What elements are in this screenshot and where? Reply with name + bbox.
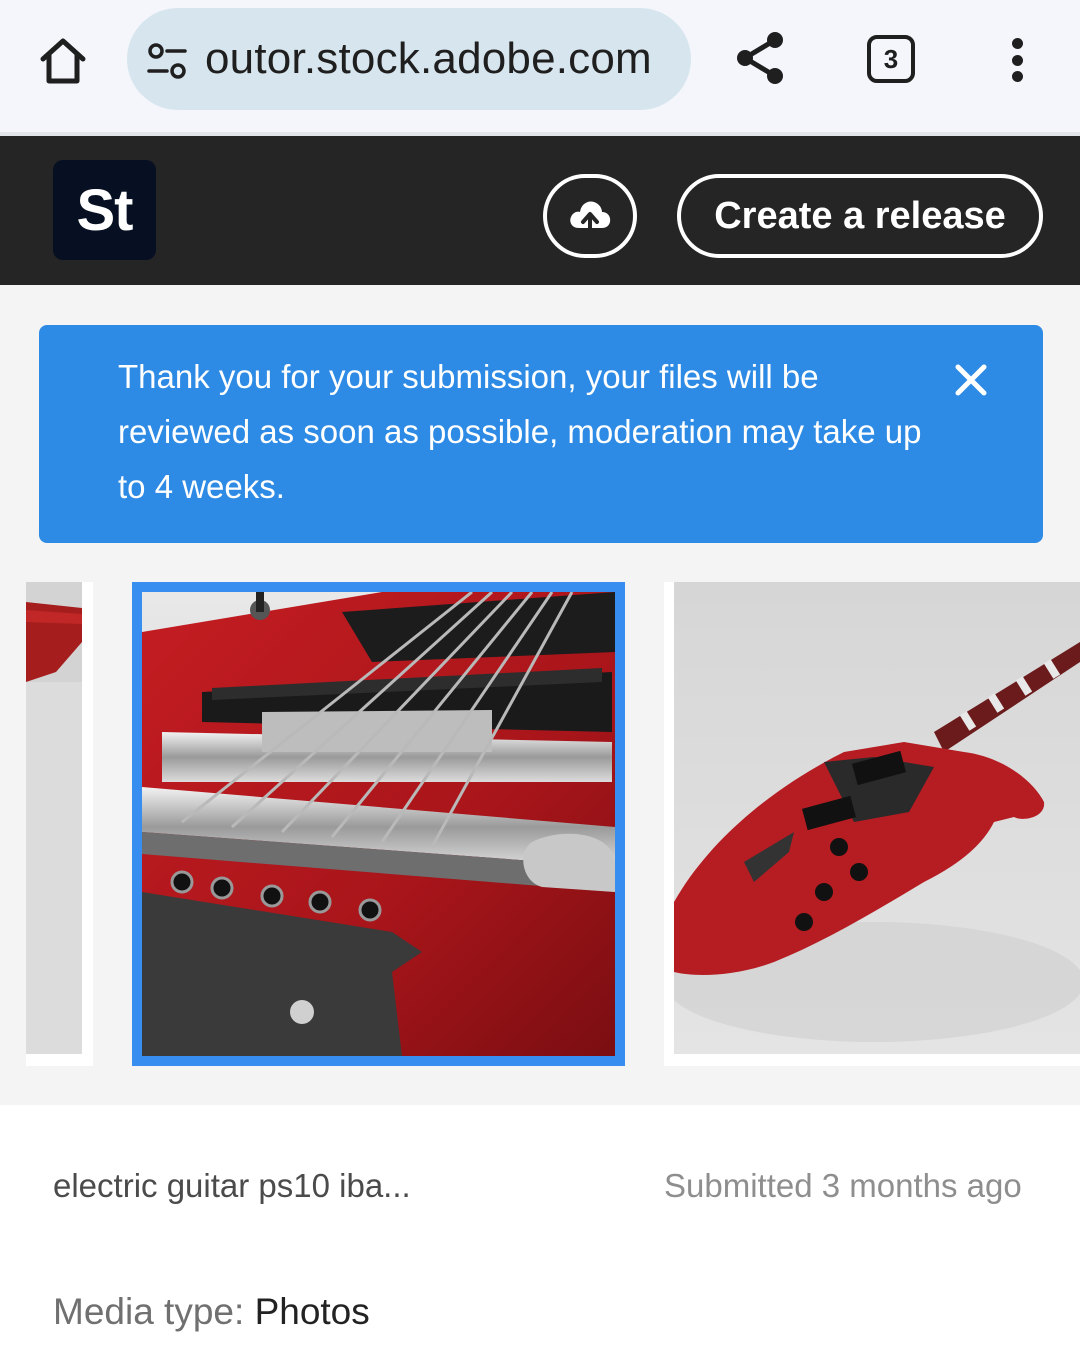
media-type-value: Photos [254, 1291, 370, 1332]
app-header: St Create a release [0, 136, 1080, 285]
thumbnail-previous[interactable] [26, 582, 93, 1066]
thumbnail-selected[interactable] [132, 582, 625, 1066]
url-text: outor.stock.adobe.com [205, 34, 652, 83]
address-bar[interactable]: outor.stock.adobe.com [127, 8, 691, 110]
create-release-button[interactable]: Create a release [677, 174, 1043, 258]
submission-details: electric guitar ps10 iba... Submitted 3 … [0, 1105, 1080, 1351]
browser-toolbar: outor.stock.adobe.com 3 [0, 0, 1080, 134]
share-icon[interactable] [728, 26, 792, 90]
submitted-date: Submitted 3 months ago [664, 1167, 1022, 1204]
submission-toast: Thank you for your submission, your file… [39, 325, 1043, 543]
thumbnail-image [674, 582, 1080, 1054]
tab-switcher-button[interactable]: 3 [867, 35, 915, 83]
upload-button[interactable] [543, 174, 637, 258]
more-vert-icon[interactable] [997, 34, 1037, 86]
thumbnail-next[interactable] [664, 582, 1080, 1066]
cloud-upload-icon [570, 201, 611, 234]
stock-logo[interactable]: St [53, 160, 156, 260]
media-type-label: Media type: [53, 1291, 255, 1332]
media-type: Media type: Photos [53, 1291, 370, 1333]
home-icon[interactable] [34, 32, 92, 90]
toast-message: Thank you for your submission, your file… [118, 358, 922, 505]
thumbnail-image [26, 582, 82, 1054]
guitar-closeup-image [142, 592, 615, 1056]
close-icon[interactable] [954, 363, 988, 397]
file-name[interactable]: electric guitar ps10 iba... [53, 1167, 411, 1205]
main-content: Thank you for your submission, your file… [0, 285, 1080, 1105]
site-info-icon[interactable] [145, 40, 189, 84]
tab-count: 3 [883, 43, 899, 74]
